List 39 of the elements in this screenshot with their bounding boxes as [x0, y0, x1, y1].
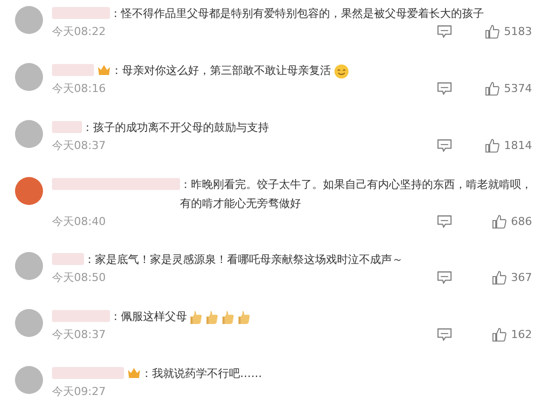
like-count: 5183 — [504, 25, 532, 38]
like-count: 1814 — [504, 139, 532, 152]
comment-icon[interactable] — [437, 215, 452, 228]
comment-time: 今天08:37 — [52, 327, 107, 342]
blurred-username — [52, 253, 84, 265]
comment-time: 今天08:22 — [52, 24, 107, 39]
thumbs-up-icon[interactable] — [485, 81, 500, 96]
thumbs-up-icon[interactable] — [492, 270, 507, 285]
comment-icon[interactable] — [437, 25, 452, 38]
comment-icon[interactable] — [437, 271, 452, 284]
avatar[interactable] — [15, 177, 43, 205]
thumbs-up-icon[interactable] — [485, 138, 500, 153]
comment-text: ：母亲对你这么好，第三部敢不敢让母亲复活 — [111, 63, 331, 79]
comment-icon[interactable] — [437, 82, 452, 95]
comment-text: ：孩子的成功离不开父母的鼓励与支持 — [82, 120, 269, 136]
like-count: 5374 — [504, 82, 532, 95]
blurred-username — [52, 310, 110, 322]
comment-time: 今天09:27 — [52, 384, 107, 399]
comment-text: ：昨晚刚看完。饺子太牛了。如果自己有内心坚持的东西，啃老就啃呗，有的啃才能心无旁骛做好 — [180, 177, 532, 212]
comment-text: ：家是底气！家是灵感源泉！看哪吒母亲献祭这场戏时泣不成声～ — [84, 252, 403, 268]
comment-time: 今天08:37 — [52, 138, 107, 153]
thumbs-up-icon[interactable] — [492, 327, 507, 342]
like-count: 162 — [511, 328, 532, 341]
thumbs-up-icon[interactable] — [485, 24, 500, 39]
comment-icon[interactable] — [437, 328, 452, 341]
blurred-username — [52, 64, 94, 76]
blurred-username — [52, 7, 110, 19]
like-count: 686 — [511, 215, 532, 228]
comment-time: 今天08:16 — [52, 81, 107, 96]
like-count: 367 — [511, 271, 532, 284]
thumbs-up-icon[interactable] — [492, 214, 507, 229]
comment-time: 今天08:50 — [52, 270, 107, 285]
blurred-username — [52, 367, 124, 379]
blurred-username — [52, 121, 82, 133]
comment-text: ：我就说药学不行吧…… — [141, 366, 262, 382]
comment-time: 今天08:40 — [52, 214, 107, 229]
comment-text: ：怪不得作品里父母都是特别有爱特别包容的，果然是被父母爱着长大的孩子 — [110, 6, 484, 22]
comment-text: ：佩服这样父母 — [110, 309, 187, 325]
comment-icon[interactable] — [437, 139, 452, 152]
